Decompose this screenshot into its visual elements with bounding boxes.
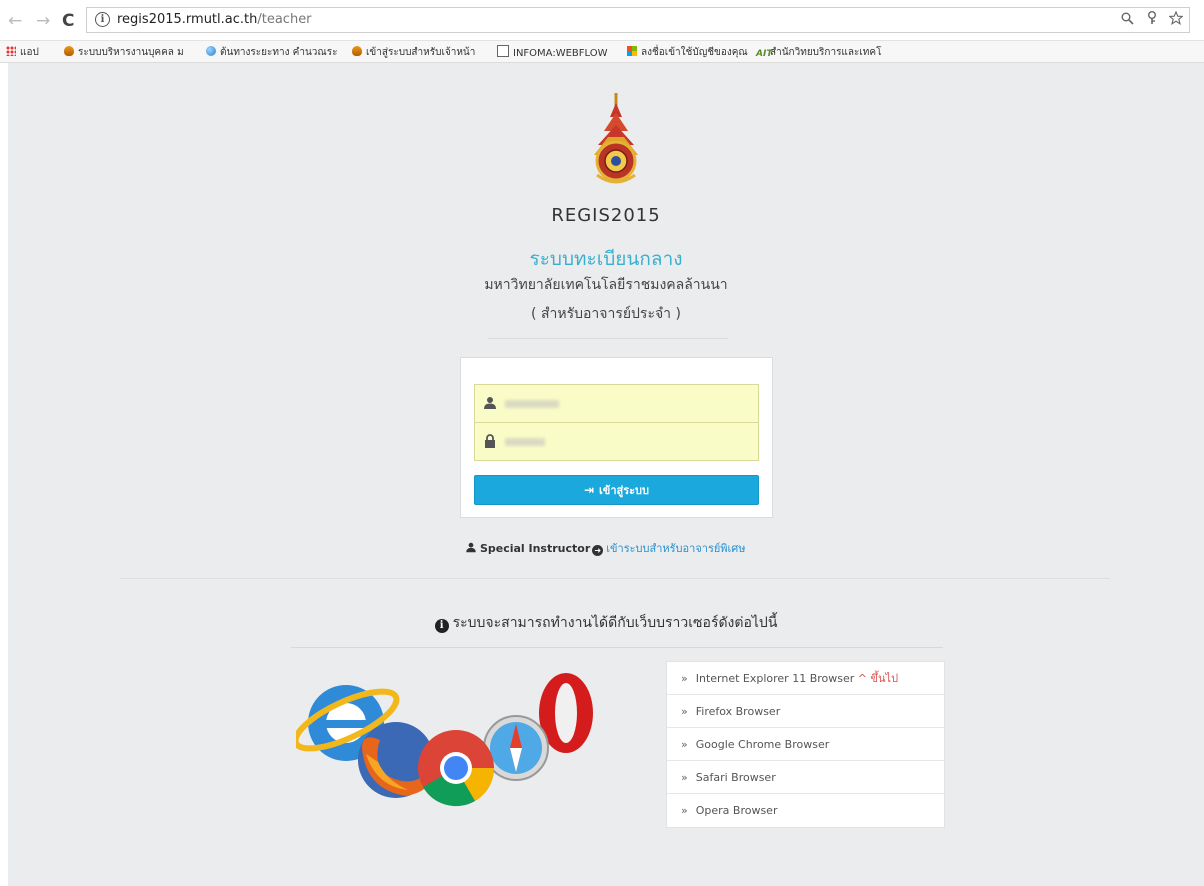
list-item: » Firefox Browser (667, 695, 944, 728)
bookmark-distance[interactable]: ต้นทางระยะทาง คำนวณระ (206, 45, 337, 60)
url-host: regis2015.rmutl.ac.th (117, 12, 258, 27)
browser-name: Google Chrome Browser (695, 738, 830, 751)
password-masked-value (505, 438, 545, 446)
double-chevron-right-icon: » (681, 771, 688, 784)
list-item: » Opera Browser (667, 794, 944, 827)
key-icon[interactable] (1147, 11, 1161, 29)
bookmark-label: แอป (20, 47, 39, 58)
document-icon (497, 45, 509, 57)
apps-icon (6, 46, 16, 56)
bookmark-infoma[interactable]: INFOMA:WEBFLOW (497, 45, 608, 59)
browser-toolbar: ← → C i regis2015.rmutl.ac.th/teacher (0, 0, 1204, 41)
login-button[interactable]: ⇥ เข้าสู่ระบบ (474, 475, 759, 505)
divider (291, 647, 943, 648)
supported-browser-list: » Internet Explorer 11 Browser ^ ขึ้นไป »… (666, 661, 945, 828)
login-form: ⇥ เข้าสู่ระบบ (460, 357, 773, 518)
browser-name: Safari Browser (695, 771, 776, 784)
system-title: ระบบทะเบียนกลาง (529, 248, 683, 270)
username-masked-value (505, 400, 559, 408)
audience-subtitle: ( สำหรับอาจารย์ประจำ ) (531, 306, 681, 322)
user-icon (466, 542, 477, 553)
bookmarks-bar: แอป ระบบบริหารงานบุคคล ม ต้นทางระยะทาง ค… (0, 41, 1204, 63)
microsoft-icon (627, 46, 637, 56)
url-path: /teacher (257, 12, 312, 27)
flame-icon (64, 46, 74, 56)
list-item: » Internet Explorer 11 Browser ^ ขึ้นไป (667, 662, 944, 695)
university-name: มหาวิทยาลัยเทคโนโลยีราชมงคลล้านนา (484, 277, 728, 293)
page-content: REGIS2015 ระบบทะเบียนกลาง มหาวิทยาลัยเทค… (8, 63, 1204, 886)
bookmark-label: ต้นทางระยะทาง คำนวณระ (220, 47, 338, 58)
bookmark-label: สำนักวิทยบริการและเทคโ (770, 47, 882, 58)
browser-name: Internet Explorer 11 Browser (695, 672, 855, 685)
bookmark-ait[interactable]: AITสำนักวิทยบริการและเทคโ (756, 45, 881, 60)
double-chevron-right-icon: » (681, 804, 688, 817)
browser-compat-heading: i ระบบจะสามารถทำงานได้ดีกับเว็บบราวเซอร์ด… (8, 612, 1204, 634)
divider (120, 578, 1110, 579)
browser-name: Opera Browser (695, 804, 778, 817)
browser-logos-image (296, 673, 593, 807)
bookmark-label: INFOMA:WEBFLOW (513, 48, 608, 59)
divider (488, 338, 728, 339)
zoom-icon[interactable] (1121, 12, 1138, 29)
forward-button[interactable]: → (36, 12, 50, 30)
back-button[interactable]: ← (8, 12, 22, 30)
list-item: » Google Chrome Browser (667, 728, 944, 761)
double-chevron-right-icon: » (681, 672, 688, 685)
password-field[interactable] (474, 422, 759, 461)
username-field[interactable] (474, 384, 759, 423)
bookmark-label: ลงชื่อเข้าใช้บัญชีของคุณ (641, 47, 748, 58)
double-chevron-right-icon: » (681, 705, 688, 718)
user-icon (484, 397, 496, 409)
bookmark-label: เข้าสู่ระบบสำหรับเจ้าหน้า (366, 47, 476, 58)
reload-button[interactable]: C (62, 12, 74, 30)
special-instructor-link[interactable]: เข้าระบบสำหรับอาจารย์พิเศษ (606, 542, 745, 555)
globe-icon (206, 46, 216, 56)
double-chevron-right-icon: » (681, 738, 688, 751)
special-instructor-line: Special Instructor ➜ เข้าระบบสำหรับอาจารย์… (8, 539, 1204, 557)
bookmark-apps[interactable]: แอป (6, 45, 39, 60)
browser-name: Firefox Browser (695, 705, 781, 718)
url-text[interactable]: regis2015.rmutl.ac.th/teacher (117, 12, 312, 27)
university-logo (594, 93, 638, 184)
lock-icon (485, 434, 495, 448)
site-info-icon[interactable]: i (95, 12, 110, 27)
bookmark-label: ระบบบริหารงานบุคคล ม (78, 47, 184, 58)
ait-icon: AIT (756, 49, 773, 59)
bookmark-microsoft[interactable]: ลงชื่อเข้าใช้บัญชีของคุณ (627, 45, 748, 60)
star-icon[interactable] (1168, 10, 1184, 29)
arrow-circle-right-icon: ➜ (592, 545, 604, 556)
list-item: » Safari Browser (667, 761, 944, 794)
bookmark-hr-system[interactable]: ระบบบริหารงานบุคคล ม (64, 45, 184, 60)
version-note: ^ ขึ้นไป (857, 672, 899, 685)
compat-heading-text: ระบบจะสามารถทำงานได้ดีกับเว็บบราวเซอร์ดั… (452, 615, 778, 631)
sign-in-icon: ⇥ (583, 483, 595, 497)
info-icon: i (434, 619, 449, 633)
address-bar[interactable]: i regis2015.rmutl.ac.th/teacher (86, 7, 1190, 33)
flame-icon (352, 46, 362, 56)
special-instructor-label: Special Instructor (479, 542, 591, 555)
login-button-label: เข้าสู่ระบบ (599, 484, 649, 497)
app-title: REGIS2015 (551, 205, 661, 226)
bookmark-staff-login[interactable]: เข้าสู่ระบบสำหรับเจ้าหน้า (352, 45, 475, 60)
